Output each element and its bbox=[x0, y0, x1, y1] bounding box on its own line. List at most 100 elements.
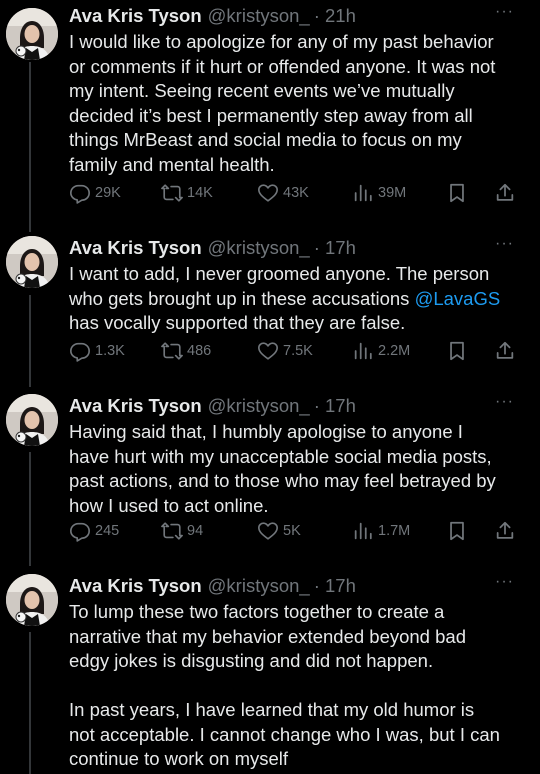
author-name[interactable]: Ava Kris Tyson bbox=[69, 575, 202, 597]
views-icon bbox=[352, 520, 374, 542]
bookmark-icon bbox=[446, 520, 468, 542]
author-name[interactable]: Ava Kris Tyson bbox=[69, 237, 202, 259]
tweet-line-text: who gets brought up in these accusations bbox=[69, 287, 415, 309]
like-button[interactable]: 43K bbox=[257, 182, 309, 204]
tweet-header: Ava Kris Tyson @kristyson_ · 17h bbox=[69, 236, 356, 260]
avatar[interactable] bbox=[6, 574, 58, 626]
view-count: 1.7M bbox=[378, 523, 411, 539]
repost-button[interactable]: 94 bbox=[161, 520, 203, 542]
tweet-line: decided it’s best I permanently step awa… bbox=[69, 104, 473, 126]
tweet-line: continue to work on myself bbox=[69, 748, 289, 769]
views-icon bbox=[352, 340, 374, 362]
more-options-icon[interactable]: ··· bbox=[495, 3, 514, 21]
tweet[interactable]: Ava Kris Tyson @kristyson_ · 17h ··· I w… bbox=[0, 232, 540, 392]
like-button[interactable]: 5K bbox=[257, 520, 301, 542]
tweet-line: Having said that, I humbly apologise to … bbox=[69, 421, 463, 442]
reply-count: 1.3K bbox=[95, 343, 125, 359]
like-count: 43K bbox=[283, 185, 309, 201]
like-count: 7.5K bbox=[283, 343, 313, 359]
tweet-line: not acceptable. I cannot change who I wa… bbox=[69, 723, 500, 745]
avatar-image bbox=[6, 236, 58, 288]
reply-icon bbox=[69, 520, 91, 542]
reply-icon bbox=[69, 340, 91, 362]
tweet-line: has vocally supported that they are fals… bbox=[69, 312, 406, 333]
author-handle[interactable]: @kristyson_ bbox=[208, 237, 310, 259]
avatar-image bbox=[6, 8, 58, 60]
view-count: 2.2M bbox=[378, 343, 411, 359]
repost-count: 94 bbox=[187, 523, 204, 539]
heart-icon bbox=[257, 520, 279, 542]
share-button[interactable] bbox=[494, 340, 516, 362]
like-button[interactable]: 7.5K bbox=[257, 340, 313, 362]
views-button[interactable]: 1.7M bbox=[352, 520, 410, 542]
reply-button[interactable]: 29K bbox=[69, 182, 121, 204]
avatar[interactable] bbox=[6, 8, 58, 60]
bookmark-button[interactable] bbox=[446, 182, 468, 204]
author-handle[interactable]: @kristyson_ bbox=[208, 395, 310, 417]
share-button[interactable] bbox=[494, 182, 516, 204]
tweet[interactable]: Ava Kris Tyson @kristyson_ · 17h ··· To … bbox=[0, 570, 540, 774]
timestamp[interactable]: · 17h bbox=[314, 575, 356, 597]
reply-button[interactable]: 245 bbox=[69, 520, 119, 542]
author-name[interactable]: Ava Kris Tyson bbox=[69, 395, 202, 417]
more-options-icon[interactable]: ··· bbox=[495, 573, 514, 591]
tweet-line: I would like to apologize for any of my … bbox=[69, 31, 494, 52]
avatar-image bbox=[6, 574, 58, 626]
tweet-text: I would like to apologize for any of my … bbox=[69, 30, 520, 177]
tweet[interactable]: Ava Kris Tyson @kristyson_ · 21h ··· I w… bbox=[0, 0, 540, 226]
timestamp[interactable]: · 17h bbox=[314, 395, 356, 417]
timestamp[interactable]: · 21h bbox=[314, 5, 356, 27]
share-icon bbox=[494, 182, 516, 204]
tweet-line: edgy jokes is disgusting and did not hap… bbox=[69, 650, 434, 671]
reply-button[interactable]: 1.3K bbox=[69, 340, 125, 362]
views-icon bbox=[352, 182, 374, 204]
like-count: 5K bbox=[283, 523, 301, 539]
tweet-line: I want to add, I never groomed anyone. T… bbox=[69, 263, 490, 284]
share-icon bbox=[494, 340, 516, 362]
tweet[interactable]: Ava Kris Tyson @kristyson_ · 17h ··· Hav… bbox=[0, 390, 540, 570]
reply-count: 29K bbox=[95, 185, 121, 201]
bookmark-icon bbox=[446, 340, 468, 362]
share-icon bbox=[494, 520, 516, 542]
more-options-icon[interactable]: ··· bbox=[495, 393, 514, 411]
repost-count: 14K bbox=[187, 185, 213, 201]
action-bar: 29K 14K 43K 39M bbox=[69, 181, 515, 205]
tweet-line: family and mental health. bbox=[69, 153, 275, 175]
heart-icon bbox=[257, 340, 279, 362]
author-handle[interactable]: @kristyson_ bbox=[208, 5, 310, 27]
mention-link[interactable]: @LavaGS bbox=[415, 288, 501, 309]
reply-count: 245 bbox=[95, 523, 120, 539]
tweet-line: how I used to act online. bbox=[69, 494, 269, 516]
bookmark-icon bbox=[446, 182, 468, 204]
tweet-line: narrative that my behavior extended beyo… bbox=[69, 625, 466, 647]
repost-button[interactable]: 486 bbox=[161, 340, 211, 362]
avatar-image bbox=[6, 394, 58, 446]
action-bar: 1.3K 486 7.5K 2.2M bbox=[69, 339, 515, 363]
tweet-line: have hurt with my unacceptable social me… bbox=[69, 445, 492, 467]
avatar[interactable] bbox=[6, 394, 58, 446]
tweet-line: my intent. Seeing recent events we’ve mu… bbox=[69, 80, 455, 101]
share-button[interactable] bbox=[494, 520, 516, 542]
bookmark-button[interactable] bbox=[446, 520, 468, 542]
repost-icon bbox=[161, 520, 183, 542]
tweet-text: To lump these two factors together to cr… bbox=[69, 600, 520, 772]
tweet-header: Ava Kris Tyson @kristyson_ · 17h bbox=[69, 394, 356, 418]
tweet-text: Having said that, I humbly apologise to … bbox=[69, 420, 520, 518]
author-name[interactable]: Ava Kris Tyson bbox=[69, 5, 202, 27]
more-options-icon[interactable]: ··· bbox=[495, 235, 514, 253]
bookmark-button[interactable] bbox=[446, 340, 468, 362]
tweet-header: Ava Kris Tyson @kristyson_ · 21h bbox=[69, 4, 356, 28]
action-bar: 245 94 5K 1.7M bbox=[69, 519, 515, 543]
views-button[interactable]: 2.2M bbox=[352, 340, 410, 362]
heart-icon bbox=[257, 182, 279, 204]
reply-icon bbox=[69, 182, 91, 204]
tweet-line: To lump these two factors together to cr… bbox=[69, 601, 445, 622]
repost-icon bbox=[161, 182, 183, 204]
tweet-line: In past years, I have learned that my ol… bbox=[69, 699, 475, 720]
author-handle[interactable]: @kristyson_ bbox=[208, 575, 310, 597]
timestamp[interactable]: · 17h bbox=[314, 237, 356, 259]
repost-button[interactable]: 14K bbox=[161, 182, 213, 204]
repost-count: 486 bbox=[187, 343, 212, 359]
avatar[interactable] bbox=[6, 236, 58, 288]
views-button[interactable]: 39M bbox=[352, 182, 406, 204]
